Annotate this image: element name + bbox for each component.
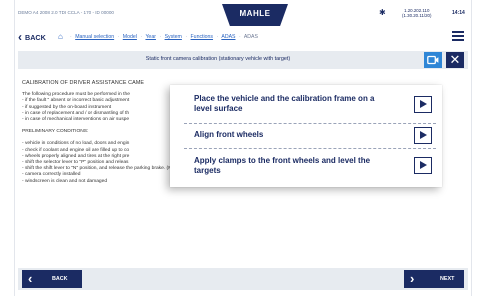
breadcrumb-adas[interactable]: ADAS — [221, 34, 235, 40]
tablet-screen: DEMO A4 2008 2.0 TDI CCLA - 170 - ID 000… — [0, 0, 482, 296]
status-bar: DEMO A4 2008 2.0 TDI CCLA - 170 - ID 000… — [18, 4, 468, 26]
ip-info: 1.20.202.110 (1.30.20.11/20) — [402, 8, 431, 18]
breadcrumb-system[interactable]: System — [165, 34, 182, 40]
bottom-nav-bar: ‹ BACK › NEXT — [18, 268, 468, 290]
play-icon[interactable] — [414, 157, 432, 174]
hamburger-menu-icon[interactable] — [452, 31, 464, 41]
breadcrumb-manual-selection[interactable]: Manual selection — [75, 34, 114, 40]
step-item-level-surface[interactable]: Place the vehicle and the calibration fr… — [170, 89, 442, 119]
home-icon[interactable]: ⌂ — [58, 32, 63, 41]
step-menu-popup: Place the vehicle and the calibration fr… — [170, 85, 442, 187]
title-bar: Static front camera calibration (station… — [18, 51, 468, 69]
step-label: Place the vehicle and the calibration fr… — [194, 94, 375, 113]
nav-bar: ‹ BACK ⌂ · Manual selection · Model · Ye… — [18, 30, 468, 46]
play-icon[interactable] — [414, 127, 432, 144]
video-camera-icon — [427, 55, 439, 65]
next-button-label: NEXT — [440, 276, 455, 282]
breadcrumb-current: ADAS — [243, 34, 258, 40]
step-label: Align front wheels — [194, 130, 264, 139]
brand-logo-text: MAHLE — [239, 9, 271, 18]
step-label: Apply clamps to the front wheels and lev… — [194, 156, 371, 175]
breadcrumb-year[interactable]: Year — [145, 34, 155, 40]
device-info: DEMO A4 2008 2.0 TDI CCLA - 170 - ID 000… — [18, 10, 114, 15]
step-item-align-wheels[interactable]: Align front wheels — [170, 125, 442, 145]
divider — [184, 123, 436, 124]
chevron-right-icon: › — [410, 271, 415, 286]
breadcrumb: · Manual selection · Model · Year · Syst… — [70, 34, 258, 40]
bluetooth-icon: ✱ — [379, 8, 386, 17]
chevron-left-icon: ‹ — [28, 271, 33, 286]
close-icon: ✕ — [449, 52, 461, 67]
back-button[interactable]: ‹ BACK — [22, 270, 82, 288]
video-camera-button[interactable] — [424, 52, 442, 68]
brand-logo: MAHLE — [222, 4, 288, 26]
ip-subnet: (1.30.20.11/20) — [402, 13, 432, 18]
close-button[interactable]: ✕ — [446, 52, 464, 68]
top-back-button[interactable]: ‹ BACK — [18, 31, 46, 43]
clock: 14:14 — [452, 10, 465, 16]
play-icon[interactable] — [414, 96, 432, 113]
top-back-label: BACK — [25, 32, 46, 42]
step-item-apply-clamps[interactable]: Apply clamps to the front wheels and lev… — [170, 151, 442, 183]
breadcrumb-functions[interactable]: Functions — [191, 34, 214, 40]
back-button-label: BACK — [52, 276, 68, 282]
divider — [184, 148, 436, 149]
next-button[interactable]: › NEXT — [404, 270, 464, 288]
page-title: Static front camera calibration (station… — [145, 56, 291, 62]
chevron-left-icon: ‹ — [18, 30, 22, 44]
breadcrumb-model[interactable]: Model — [123, 34, 137, 40]
